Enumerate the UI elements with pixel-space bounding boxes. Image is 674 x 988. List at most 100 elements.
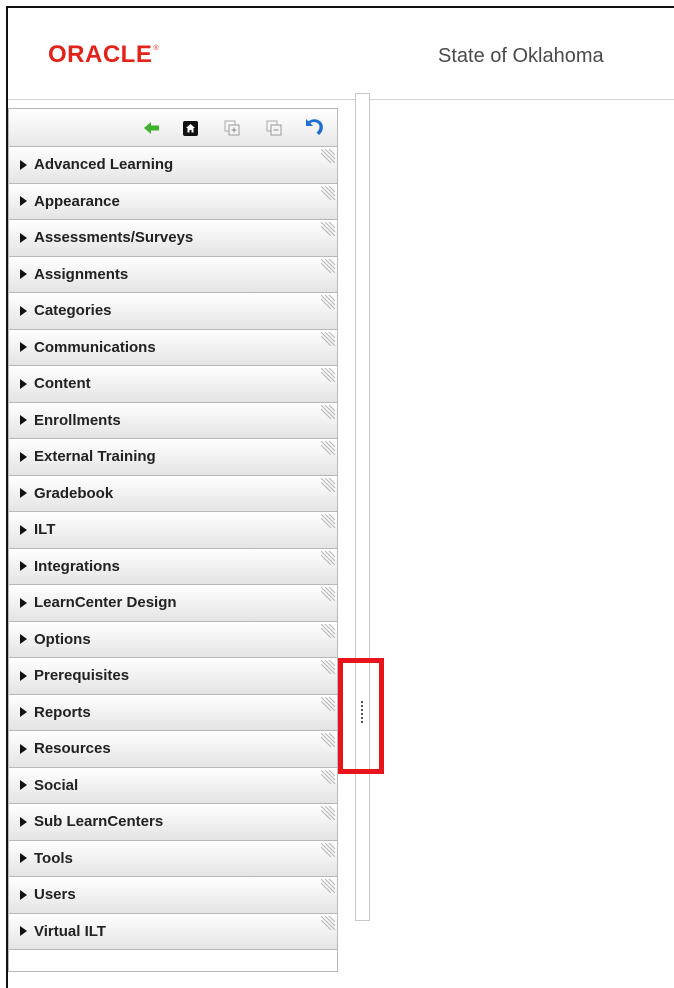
nav-item-communications[interactable]: Communications — [9, 329, 337, 366]
nav-item-label: Social — [34, 776, 79, 794]
expand-arrow-icon[interactable] — [20, 634, 27, 645]
home-icon[interactable] — [181, 119, 199, 137]
nav-item-gradebook[interactable]: Gradebook — [9, 475, 337, 512]
nav-item-label: Advanced Learning — [34, 156, 174, 174]
resize-grip-icon — [321, 915, 335, 930]
organization-name: State of Oklahoma — [438, 45, 604, 67]
nav-item-label: ILT — [34, 521, 56, 539]
expand-arrow-icon[interactable] — [20, 378, 27, 389]
resize-grip-icon — [321, 769, 335, 784]
resize-grip-icon — [321, 696, 335, 711]
nav-item-integrations[interactable]: Integrations — [9, 548, 337, 585]
expand-arrow-icon[interactable] — [20, 196, 27, 207]
nav-item-learncenter-design[interactable]: LearnCenter Design — [9, 585, 337, 622]
nav-item-prerequisites[interactable]: Prerequisites — [9, 658, 337, 695]
expand-arrow-icon[interactable] — [20, 524, 27, 535]
expand-arrow-icon[interactable] — [20, 232, 27, 243]
resize-grip-icon — [321, 222, 335, 236]
nav-item-label: Virtual ILT — [34, 922, 106, 940]
resize-grip-icon — [321, 514, 335, 528]
expand-arrow-icon[interactable] — [20, 743, 27, 754]
nav-item-ilt[interactable]: ILT — [9, 512, 337, 549]
resize-grip-icon — [321, 660, 335, 674]
nav-item-label: Options — [34, 630, 91, 648]
nav-item-label: Categories — [34, 302, 112, 320]
resize-grip-icon — [321, 404, 335, 419]
nav-item-label: Integrations — [34, 557, 120, 575]
expand-arrow-icon[interactable] — [20, 889, 27, 900]
resize-grip-icon — [321, 587, 335, 601]
expand-arrow-icon[interactable] — [20, 415, 27, 426]
nav-item-virtual-ilt[interactable]: Virtual ILT — [9, 913, 337, 950]
expand-all-icon[interactable] — [223, 119, 241, 137]
nav-item-users[interactable]: Users — [9, 877, 337, 914]
nav-item-label: Content — [34, 375, 91, 393]
nav-item-label: Enrollments — [34, 411, 121, 429]
nav-item-label: Prerequisites — [34, 667, 130, 685]
nav-item-resources[interactable]: Resources — [9, 731, 337, 768]
resize-grip-icon — [321, 477, 335, 492]
nav-item-content[interactable]: Content — [9, 366, 337, 403]
nav-item-label: Assessments/Surveys — [34, 229, 194, 247]
refresh-icon[interactable] — [303, 115, 325, 137]
nav-item-label: Tools — [34, 849, 73, 867]
nav-item-advanced-learning[interactable]: Advanced Learning — [9, 147, 337, 184]
expand-arrow-icon[interactable] — [20, 853, 27, 864]
expand-arrow-icon[interactable] — [20, 342, 27, 353]
panel-splitter[interactable] — [355, 93, 370, 921]
nav-item-assignments[interactable]: Assignments — [9, 256, 337, 293]
expand-arrow-icon[interactable] — [20, 597, 27, 608]
expand-arrow-icon[interactable] — [20, 269, 27, 280]
expand-arrow-icon[interactable] — [20, 159, 27, 170]
expand-arrow-icon[interactable] — [20, 451, 27, 462]
resize-grip-icon — [321, 550, 335, 565]
nav-item-label: Communications — [34, 338, 156, 356]
nav-item-sub-learncenters[interactable]: Sub LearnCenters — [9, 804, 337, 841]
nav-item-reports[interactable]: Reports — [9, 694, 337, 731]
resize-grip-icon — [321, 623, 335, 638]
nav-item-social[interactable]: Social — [9, 767, 337, 804]
nav-item-categories[interactable]: Categories — [9, 293, 337, 330]
nav-item-label: LearnCenter Design — [34, 594, 177, 612]
expand-arrow-icon[interactable] — [20, 926, 27, 937]
nav-item-options[interactable]: Options — [9, 621, 337, 658]
nav-item-label: Appearance — [34, 192, 120, 210]
resize-grip-icon — [321, 258, 335, 273]
nav-item-label: Resources — [34, 740, 111, 758]
expand-arrow-icon[interactable] — [20, 488, 27, 499]
nav-item-external-training[interactable]: External Training — [9, 439, 337, 476]
collapse-all-icon[interactable] — [265, 119, 283, 137]
resize-grip-icon — [321, 842, 335, 857]
resize-grip-icon — [321, 185, 335, 200]
nav-item-assessments-surveys[interactable]: Assessments/Surveys — [9, 220, 337, 257]
expand-arrow-icon[interactable] — [20, 707, 27, 718]
admin-navigation-panel: Advanced Learning Appearance Assessments/S… — [8, 108, 338, 972]
oracle-logo: ORACLE® — [48, 41, 160, 68]
resize-grip-icon — [321, 879, 335, 893]
resize-grip-icon — [321, 806, 335, 820]
expand-arrow-icon[interactable] — [20, 780, 27, 791]
nav-item-label: Users — [34, 886, 76, 904]
resize-grip-icon — [321, 331, 335, 346]
nav-item-label: Reports — [34, 703, 91, 721]
resize-grip-icon — [321, 733, 335, 747]
nav-item-appearance[interactable]: Appearance — [9, 183, 337, 220]
back-arrow-icon[interactable] — [143, 119, 161, 137]
resize-grip-icon — [321, 441, 335, 455]
nav-item-label: Gradebook — [34, 484, 114, 502]
expand-arrow-icon[interactable] — [20, 670, 27, 681]
expand-arrow-icon[interactable] — [20, 816, 27, 827]
nav-toolbar — [9, 109, 337, 147]
nav-item-list: Advanced Learning Appearance Assessments/S… — [9, 147, 337, 950]
nav-item-label: Assignments — [34, 265, 129, 283]
nav-item-label: Sub LearnCenters — [34, 813, 164, 831]
nav-item-enrollments[interactable]: Enrollments — [9, 402, 337, 439]
splitter-highlight-box — [338, 658, 384, 774]
resize-grip-icon — [321, 149, 335, 163]
nav-item-tools[interactable]: Tools — [9, 840, 337, 877]
resize-grip-icon — [321, 295, 335, 309]
resize-grip-icon — [321, 368, 335, 382]
nav-item-label: External Training — [34, 448, 156, 466]
expand-arrow-icon[interactable] — [20, 305, 27, 316]
expand-arrow-icon[interactable] — [20, 561, 27, 572]
